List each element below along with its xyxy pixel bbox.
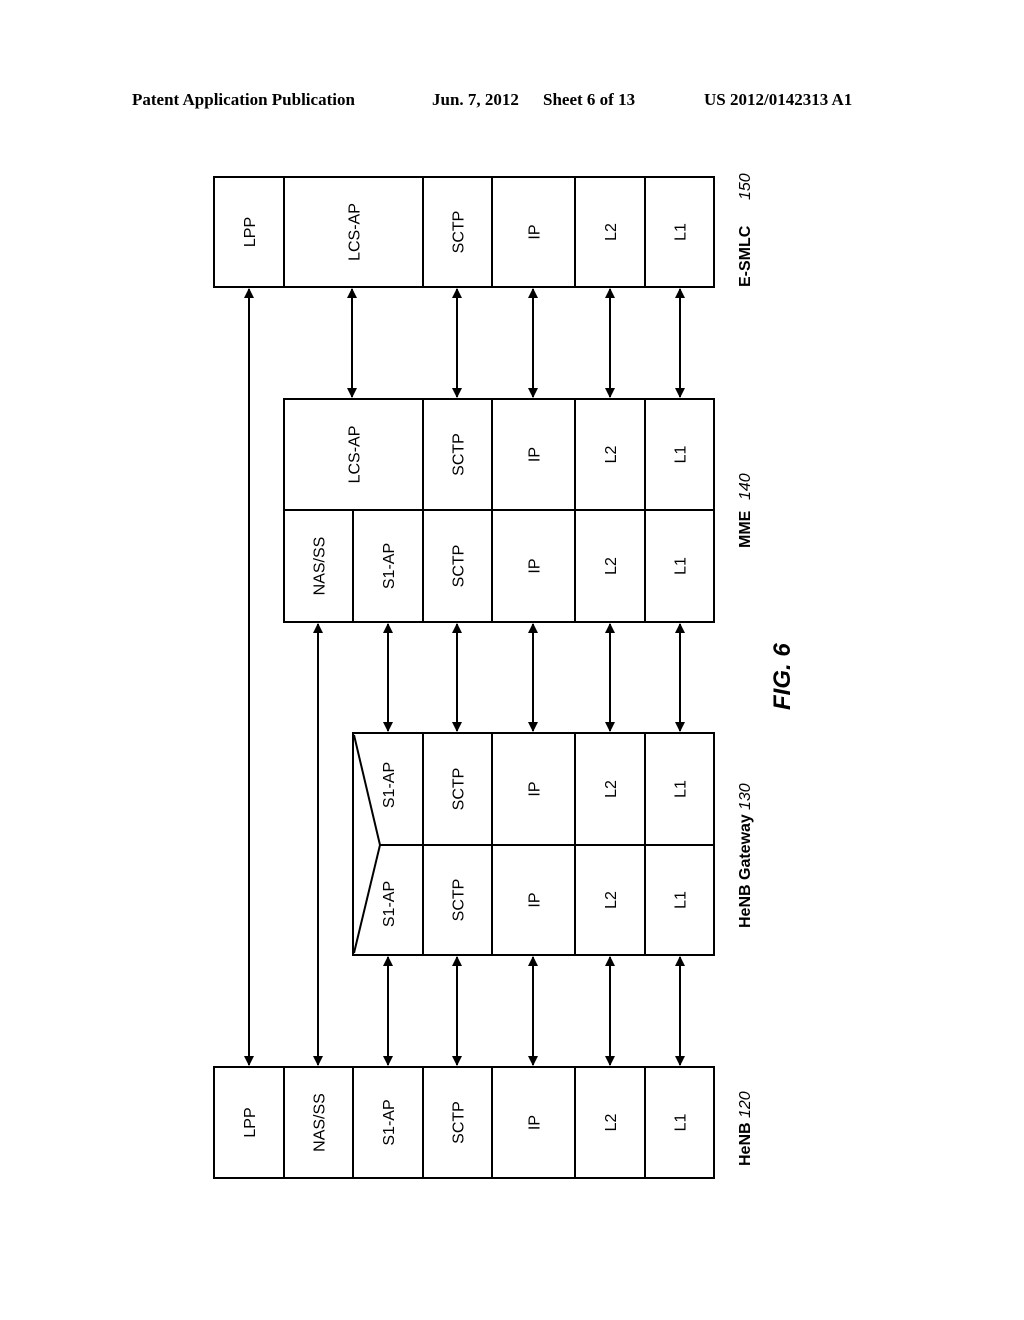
layer-label-s1-ap: S1-AP [381,1099,398,1145]
layer-label-sctp: SCTP [451,879,468,922]
henb-name: HeNB [737,1122,754,1166]
layer-label-ip: IP [527,224,544,239]
layer-label-l1: L1 [673,1114,690,1132]
layer-label-lcs-ap: LCS-AP [347,426,364,484]
layer-label-ip: IP [527,892,544,907]
esmlc-name: E-SMLC [737,225,754,287]
layer-label-l2: L2 [603,557,620,575]
henb-gateway-ref: 130 [737,783,754,810]
layer-label-l2: L2 [603,891,620,909]
figure-label: FIG. 6 [769,643,796,710]
henb-gateway-stack: S1-AP SCTP IP L2 L1 S1-AP SCTP IP L2 L1 [352,732,715,956]
mme-ref: 140 [737,473,754,500]
layer-label-l1: L1 [673,223,690,241]
layer-label-lpp: LPP [242,1107,259,1137]
layer-label-nas-ss: NAS/SS [312,1093,329,1152]
layer-label-l1: L1 [673,557,690,575]
layer-label-l1: L1 [673,780,690,798]
layer-label-sctp: SCTP [451,545,468,588]
layer-label-l2: L2 [603,780,620,798]
layer-label-l2: L2 [603,1114,620,1132]
layer-label-l2: L2 [603,223,620,241]
esmlc-ref: 150 [737,173,754,200]
layer-label-sctp: SCTP [451,1101,468,1144]
mme-stack: LCS-AP SCTP IP L2 L1 NAS/SS S1-AP SCTP IP L2 L1 [283,398,715,623]
layer-label-ip: IP [527,558,544,573]
mme-name: MME [737,510,754,548]
henb-gateway-name: HeNB Gateway [737,814,754,928]
layer-label-ip: IP [527,1115,544,1130]
layer-label-l1: L1 [673,446,690,464]
protocol-stack-diagram: LPP LCS-AP SCTP IP L2 L1 LCS-AP SCTP IP L2 L1 NAS/… [213,173,796,1179]
layer-label-l1: L1 [673,891,690,909]
esmlc-stack: LPP LCS-AP SCTP IP L2 L1 [213,176,715,288]
layer-label-s1-ap: S1-AP [381,762,398,808]
layer-label-lcs-ap: LCS-AP [347,203,364,261]
layer-label-sctp: SCTP [451,768,468,811]
layer-label-sctp: SCTP [451,433,468,476]
layer-label-s1-ap: S1-AP [381,543,398,589]
layer-label-s1-ap: S1-AP [381,881,398,927]
layer-label-ip: IP [527,447,544,462]
layer-label-nas-ss: NAS/SS [312,537,329,596]
layer-label-ip: IP [527,781,544,796]
layer-label-l2: L2 [603,446,620,464]
layer-label-lpp: LPP [242,217,259,247]
henb-ref: 120 [737,1091,754,1118]
layer-label-sctp: SCTP [451,211,468,254]
henb-stack: LPP NAS/SS S1-AP SCTP IP L2 L1 [213,1066,715,1179]
